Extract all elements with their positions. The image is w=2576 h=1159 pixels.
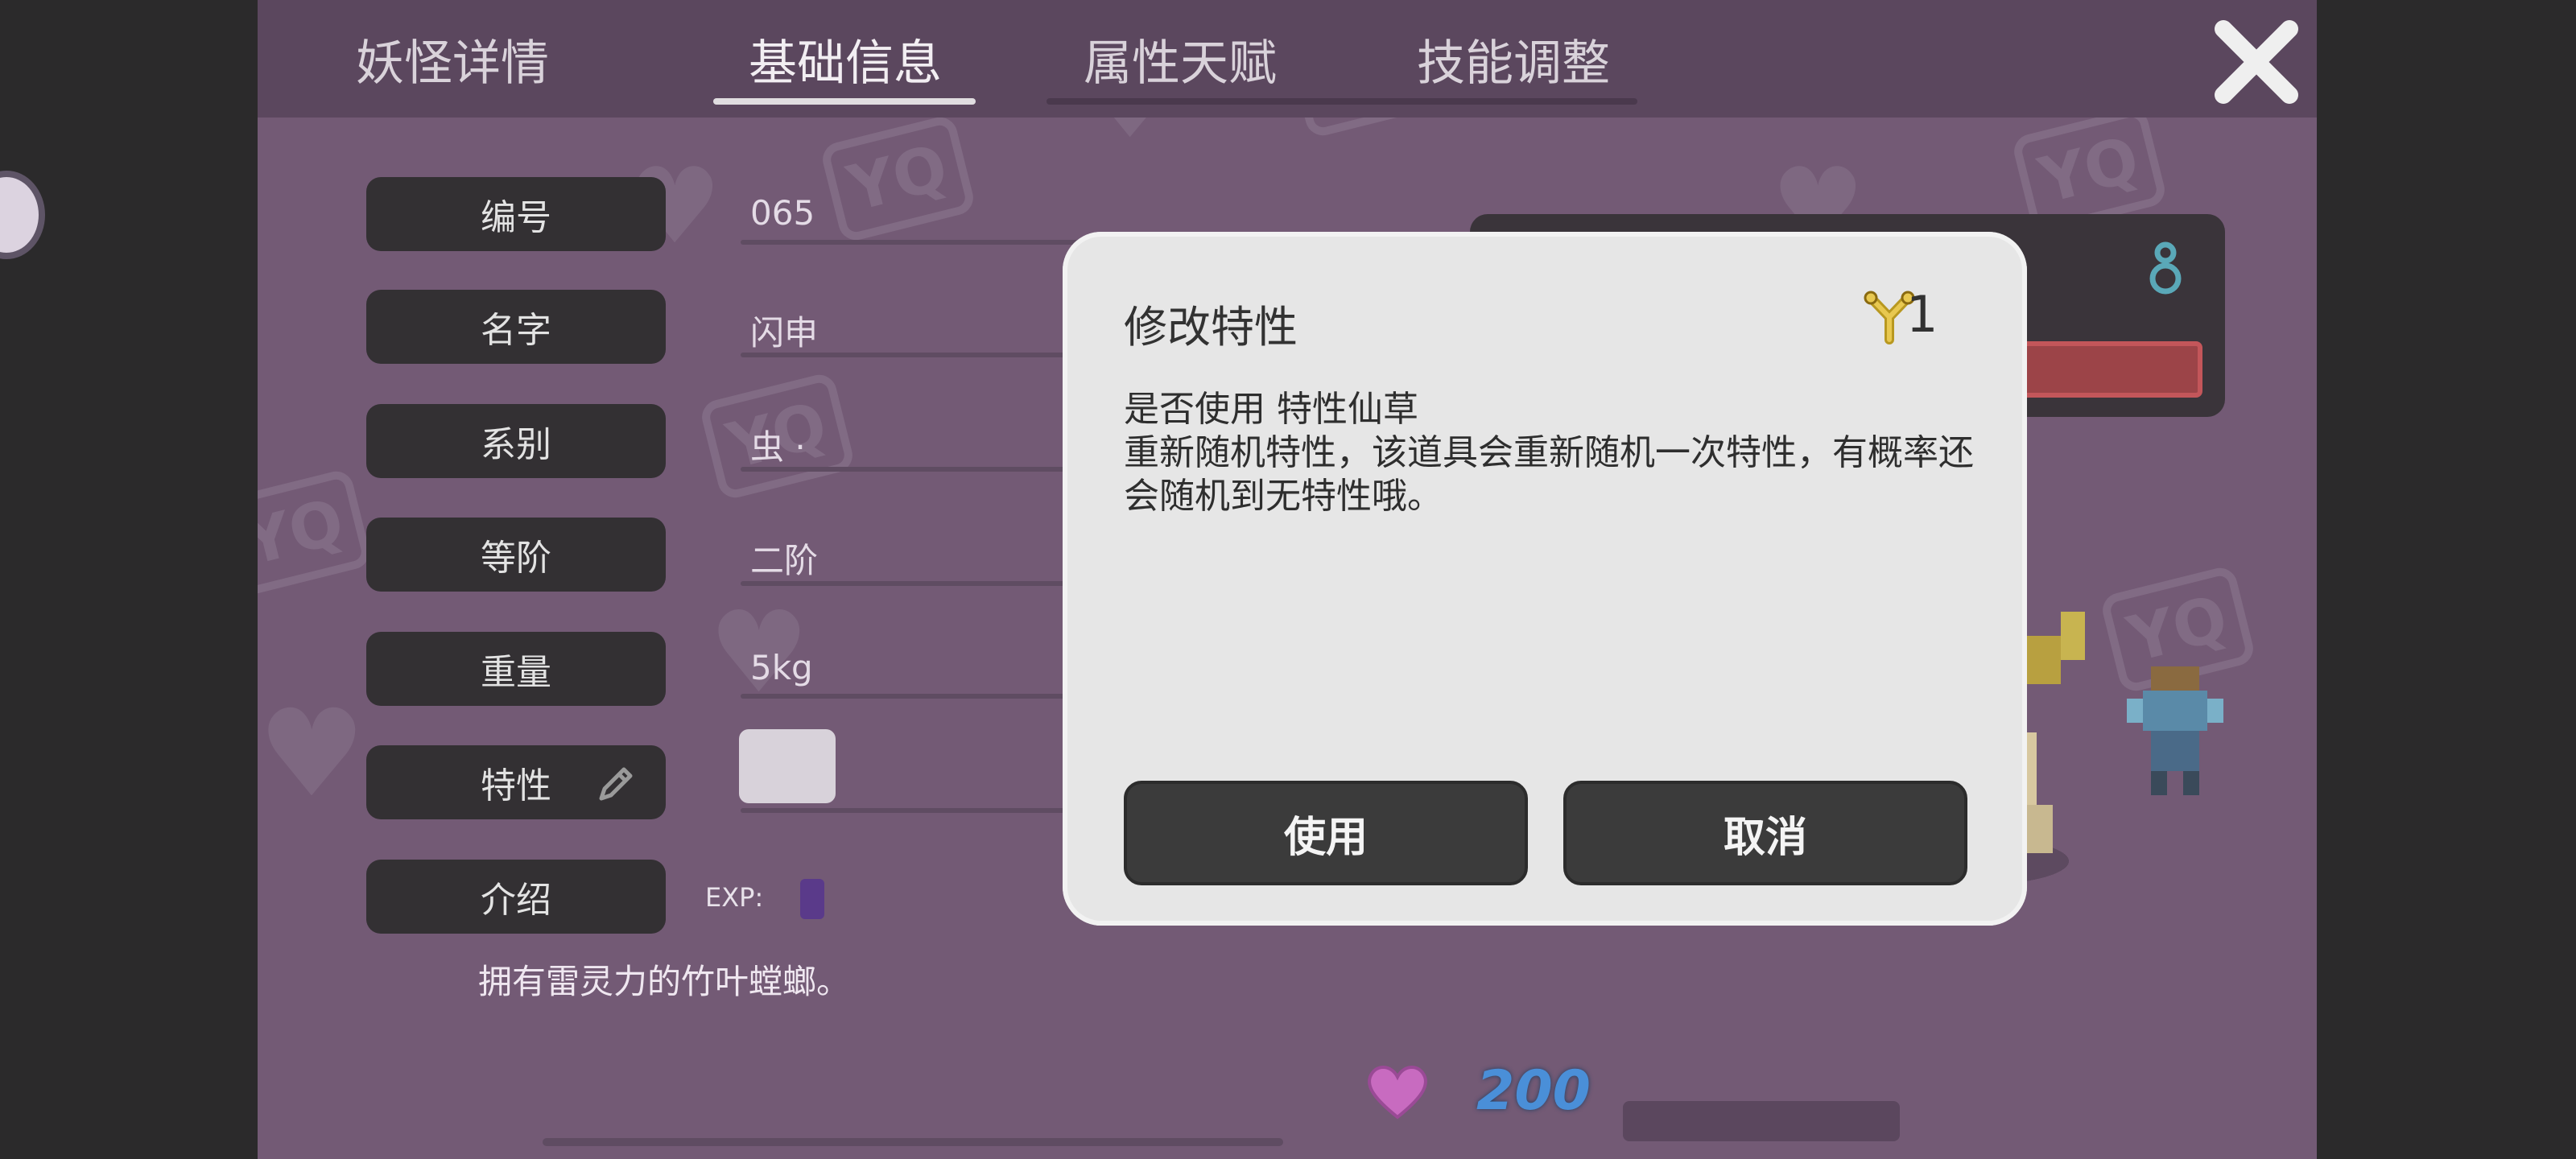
tab-yaoguai-details[interactable]: 妖怪详情 [356,24,549,94]
exp-bar [800,879,824,919]
dialog-explanation: 重新随机特性，该道具会重新随机一次特性，有概率还会随机到无特性哦。 [1124,432,1974,517]
scrollbar[interactable] [543,1138,1283,1146]
tab-basic-info[interactable]: 基础信息 [749,24,942,94]
field-value-name: 闪申 [750,313,819,353]
tab-underline [1046,98,1637,105]
watermark: YQ [258,468,374,598]
pencil-edit-icon[interactable] [593,761,638,806]
heart-count-value: 200 [1476,1059,1591,1123]
heart-count-bar [1623,1101,1900,1141]
active-tab-underline [713,98,976,105]
side-avatar-button[interactable] [0,171,45,259]
field-label-name: 名字 [366,290,666,364]
trait-value-box[interactable] [739,729,836,803]
modify-trait-dialog: 修改特性 1 是否使用 特性仙草 重新随机特性，该道具会重新随机一次特性，有概率… [1063,232,2027,926]
ally-monster-sprite [2127,666,2223,795]
field-label-number: 编号 [366,177,666,251]
exp-label: EXP: [705,882,764,913]
close-icon[interactable] [2212,18,2301,106]
tab-attribute-talent[interactable]: 属性天赋 [1084,24,1277,94]
trait-label: 特性 [481,765,551,806]
watermark: YQ [819,113,977,244]
use-button[interactable]: 使用 [1124,781,1528,885]
field-label-rank: 等阶 [366,518,666,592]
cancel-button[interactable]: 取消 [1563,781,1967,885]
tab-skill-adjust[interactable]: 技能调整 [1417,24,1610,94]
field-value-weight: 5kg [750,648,813,687]
description-text: 拥有雷灵力的竹叶螳螂。 [478,962,851,1001]
field-value-type: 虫 · [750,427,806,467]
heart-icon [1368,1066,1427,1120]
dialog-question: 是否使用 特性仙草 [1124,389,1418,430]
field-value-number: 065 [750,193,815,233]
field-label-type: 系别 [366,404,666,478]
field-value-rank: 二阶 [750,541,819,580]
field-label-weight: 重量 [366,632,666,706]
item-count: 1 [1906,285,1938,344]
water-drop-icon [2149,241,2182,295]
field-label-intro: 介绍 [366,860,666,934]
dialog-title: 修改特性 [1124,302,1298,353]
field-label-trait[interactable]: 特性 [366,745,666,819]
game-screen: YQ YQ YQ YQ YQ YQ YQ ♥ ♥ ♥ ♥ ♥ 妖怪详情 基础信息… [258,0,2317,1159]
heart-decoration-icon: ♥ [258,684,366,824]
